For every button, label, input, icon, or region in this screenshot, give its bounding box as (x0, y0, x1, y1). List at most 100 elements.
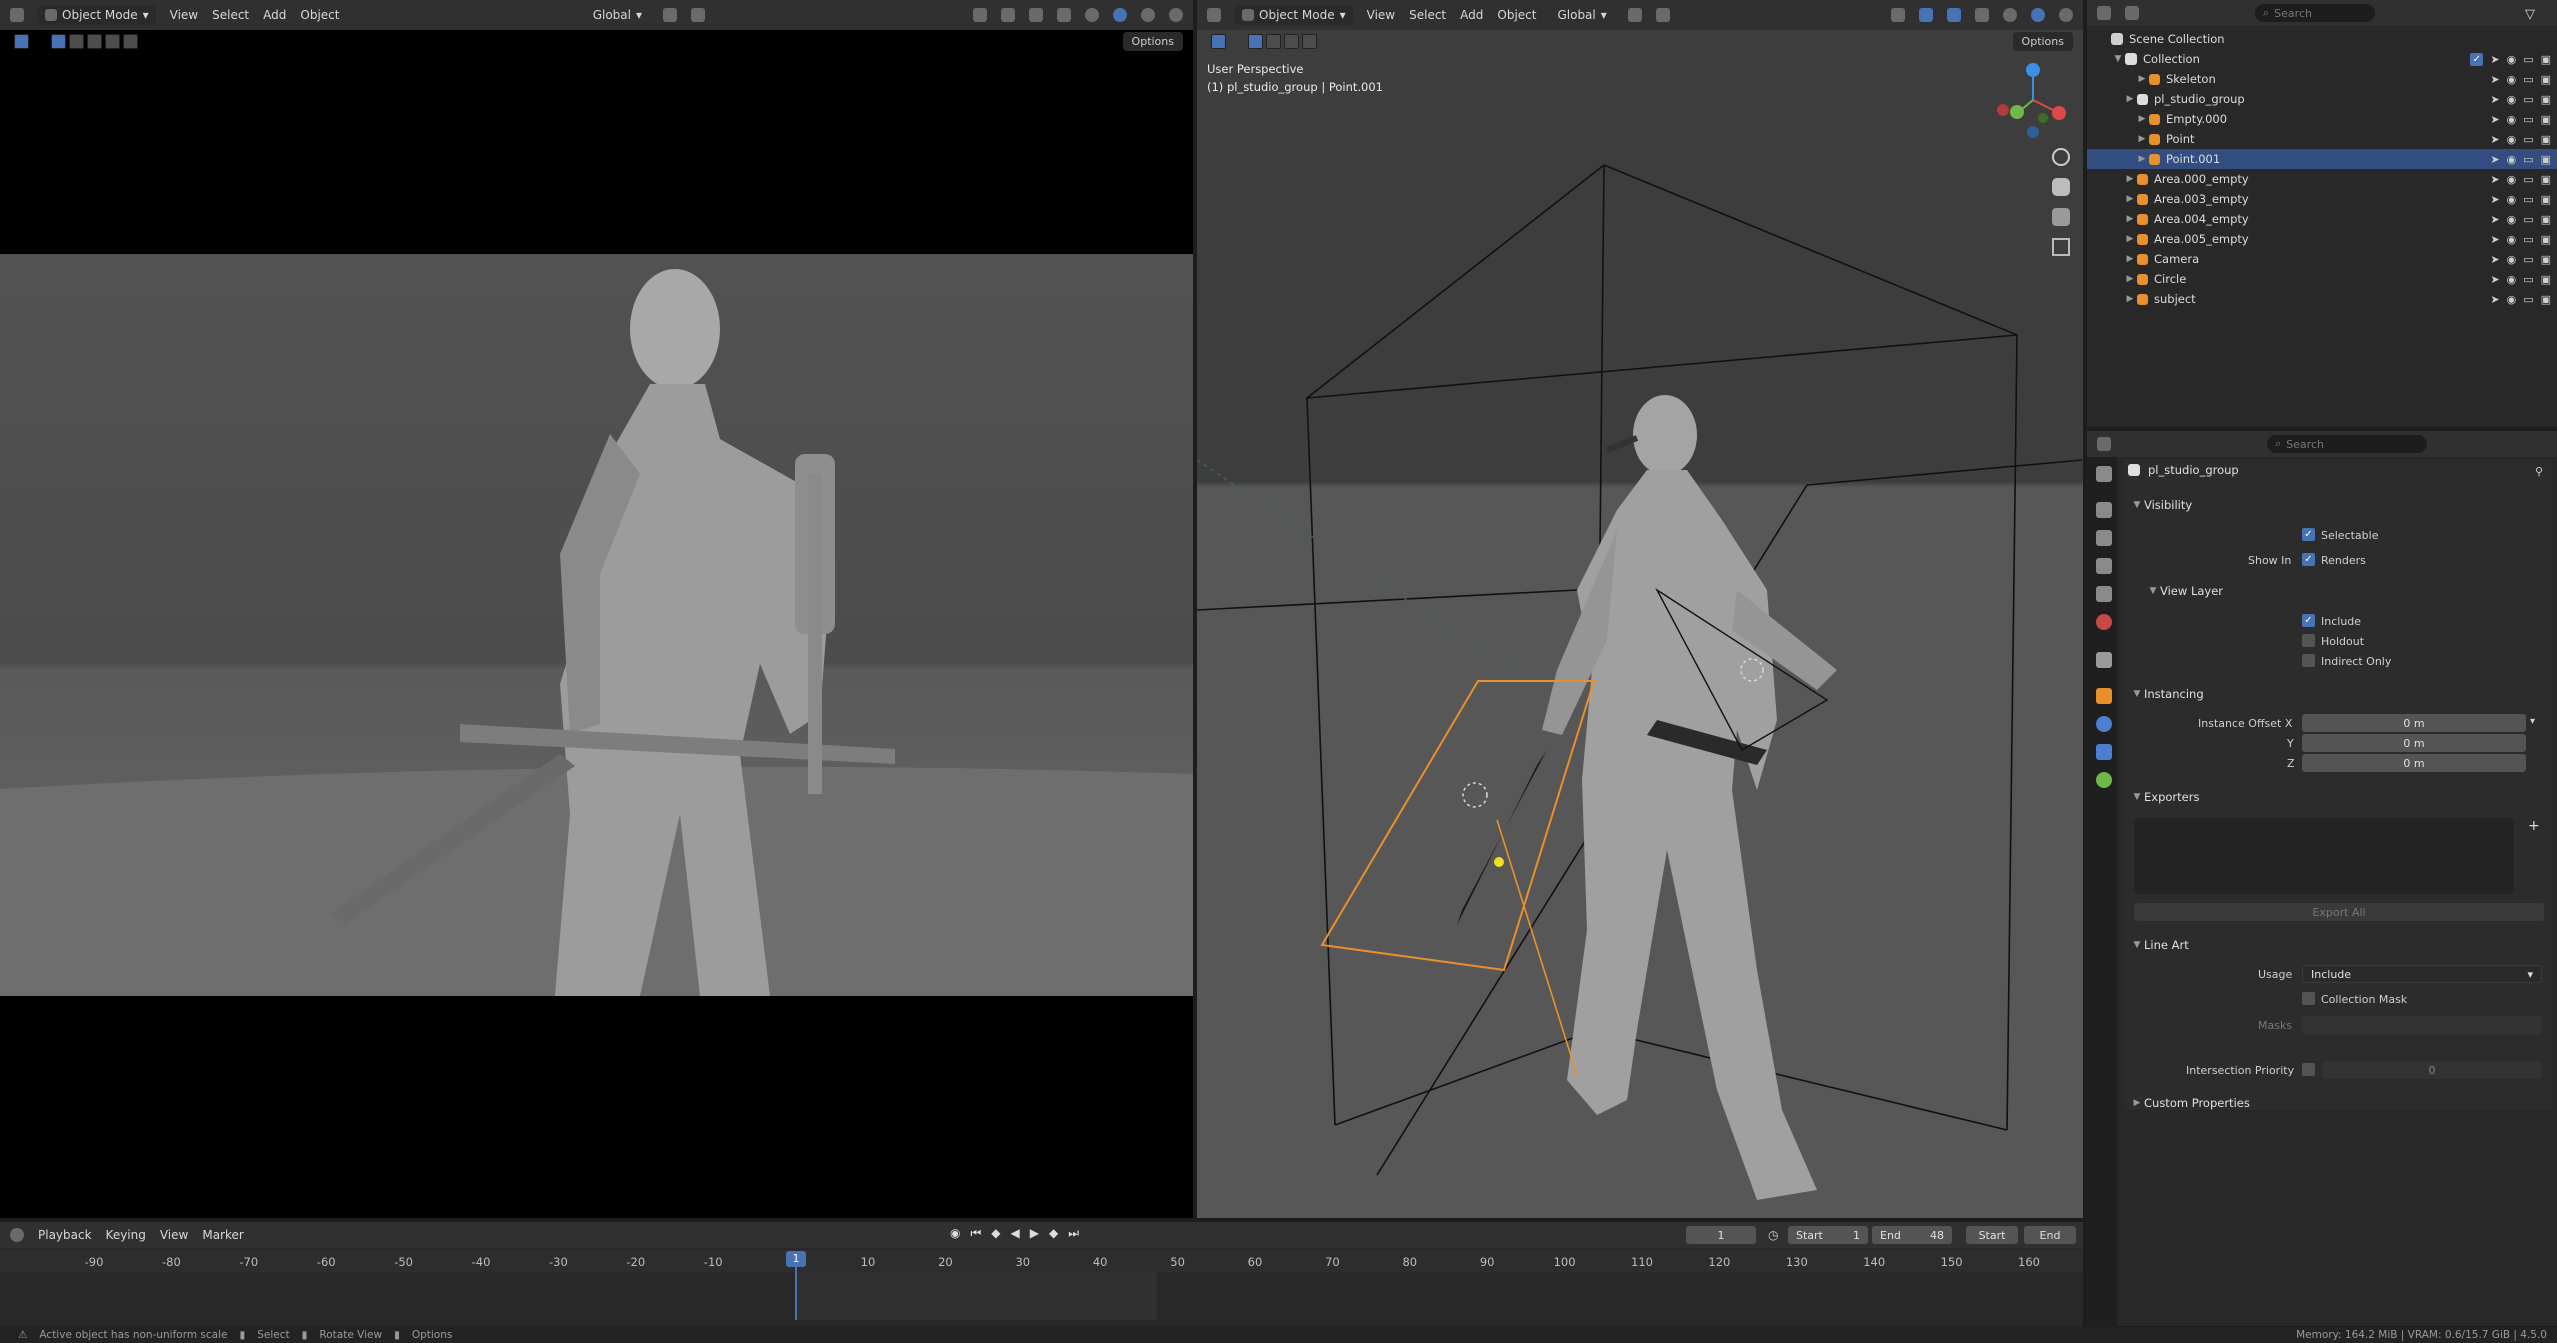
eye-icon[interactable]: ◉ (2507, 273, 2517, 286)
select-arrow-icon[interactable]: ➤ (2490, 253, 2499, 266)
eye-icon[interactable]: ◉ (2507, 193, 2517, 206)
expand-icon[interactable]: ▶ (2135, 154, 2149, 164)
monitor-icon[interactable]: ▭ (2523, 173, 2533, 186)
physics-tab-icon[interactable] (2096, 716, 2112, 732)
right-viewport[interactable]: Options User Perspective (1) pl_studio_g… (1197, 30, 2083, 1218)
camera-icon[interactable]: ▣ (2541, 173, 2551, 186)
play-reverse-icon[interactable]: ◀ (1011, 1226, 1020, 1241)
instancing-panel-header[interactable]: ▼ Instancing (2130, 683, 2547, 705)
exporters-list[interactable] (2134, 818, 2514, 894)
tool-tab-icon[interactable] (2096, 466, 2112, 482)
scene-tab-icon[interactable] (2096, 586, 2112, 602)
line-art-panel-header[interactable]: ▼ Line Art (2130, 934, 2547, 956)
select-arrow-icon[interactable]: ➤ (2490, 113, 2499, 126)
expand-icon[interactable]: ▶ (2123, 94, 2137, 104)
editor-type-icon[interactable] (1207, 8, 1221, 22)
render-tab-icon[interactable] (2096, 502, 2112, 518)
eye-icon[interactable]: ◉ (2507, 113, 2517, 126)
snap-icon[interactable] (663, 8, 677, 22)
start-button[interactable]: Start (1966, 1226, 2018, 1244)
camera-icon[interactable]: ▣ (2541, 193, 2551, 206)
offset-dropdown-icon[interactable]: ▾ (2530, 716, 2535, 727)
select-arrow-icon[interactable]: ➤ (2490, 233, 2499, 246)
collection-tab-icon[interactable] (2096, 652, 2112, 668)
outliner-row[interactable]: ▶ Area.000_empty ➤ ◉ ▭ ▣ (2087, 169, 2557, 189)
jump-end-icon[interactable]: ⏭ (1068, 1226, 1079, 1241)
select-arrow-icon[interactable]: ➤ (2490, 153, 2499, 166)
xray-icon[interactable] (1975, 8, 1989, 22)
select-arrow-icon[interactable]: ➤ (2490, 93, 2499, 106)
select-mode-subtract-icon[interactable] (87, 33, 102, 49)
playhead-frame-badge[interactable]: 1 (786, 1251, 806, 1267)
monitor-icon[interactable]: ▭ (2523, 233, 2533, 246)
monitor-icon[interactable]: ▭ (2523, 293, 2533, 306)
select-mode-new-icon[interactable] (51, 33, 66, 49)
camera-icon[interactable]: ▣ (2541, 293, 2551, 306)
outliner-row[interactable]: ▶ Point.001 ➤ ◉ ▭ ▣ (2087, 149, 2557, 169)
outliner-search[interactable]: ⌕ Search (2255, 4, 2375, 22)
select-arrow-icon[interactable]: ➤ (2490, 293, 2499, 306)
editor-type-icon[interactable] (2097, 6, 2111, 20)
monitor-icon[interactable]: ▭ (2523, 253, 2533, 266)
eye-icon[interactable]: ◉ (2507, 233, 2517, 246)
xray-icon[interactable] (1057, 8, 1071, 22)
shading-wireframe-icon[interactable] (2003, 8, 2017, 22)
camera-icon[interactable]: ▣ (2541, 133, 2551, 146)
view-layer-tab-icon[interactable] (2096, 558, 2112, 574)
collection-row[interactable]: ▼ Collection ✓ ➤ ◉ ▭ ▣ (2087, 49, 2557, 69)
left-options-button[interactable]: Options (1122, 32, 1183, 51)
output-tab-icon[interactable] (2096, 530, 2112, 546)
shading-rendered-icon[interactable] (1169, 8, 1183, 22)
monitor-icon[interactable]: ▭ (2523, 273, 2533, 286)
right-menu-select[interactable]: Select (1409, 8, 1446, 22)
left-orientation-dropdown[interactable]: Global ▾ (586, 5, 649, 25)
expand-icon[interactable]: ▶ (2135, 134, 2149, 144)
outliner-row[interactable]: ▶ pl_studio_group ➤ ◉ ▭ ▣ (2087, 89, 2557, 109)
expand-icon[interactable]: ▶ (2123, 254, 2137, 264)
eye-icon[interactable]: ◉ (2507, 213, 2517, 226)
editor-type-icon[interactable] (10, 1228, 24, 1242)
timeline-menu-keying[interactable]: Keying (106, 1228, 146, 1242)
selectable-checkbox[interactable]: ✓ (2302, 528, 2315, 541)
expand-icon[interactable]: ▶ (2123, 194, 2137, 204)
select-arrow-icon[interactable]: ➤ (2490, 213, 2499, 226)
overlay-icon[interactable] (1947, 8, 1961, 22)
end-button[interactable]: End (2024, 1226, 2076, 1244)
intersection-priority-checkbox[interactable] (2302, 1063, 2315, 1076)
timeline-menu-playback[interactable]: Playback (38, 1228, 92, 1242)
monitor-icon[interactable]: ▭ (2523, 53, 2533, 66)
jump-start-icon[interactable]: ⏮ (970, 1226, 981, 1241)
gizmo-icon[interactable] (1001, 8, 1015, 22)
camera-icon[interactable]: ▣ (2541, 93, 2551, 106)
visibility-icon[interactable] (973, 8, 987, 22)
renders-checkbox[interactable]: ✓ (2302, 553, 2315, 566)
select-arrow-icon[interactable]: ➤ (2490, 133, 2499, 146)
editor-type-icon[interactable] (10, 8, 24, 22)
left-mode-dropdown[interactable]: Object Mode ▾ (38, 5, 156, 25)
add-exporter-icon[interactable]: + (2528, 818, 2540, 834)
properties-search[interactable]: ⌕ Search (2267, 435, 2427, 453)
left-menu-add[interactable]: Add (263, 8, 286, 22)
instance-offset-y-field[interactable]: 0 m (2302, 734, 2526, 752)
outliner-row[interactable]: ▶ Camera ➤ ◉ ▭ ▣ (2087, 249, 2557, 269)
expand-icon[interactable]: ▶ (2123, 294, 2137, 304)
outliner-row[interactable]: ▶ Area.004_empty ➤ ◉ ▭ ▣ (2087, 209, 2557, 229)
eye-icon[interactable]: ◉ (2507, 93, 2517, 106)
snap-icon[interactable] (1627, 8, 1642, 22)
outliner-row[interactable]: ▶ Empty.000 ➤ ◉ ▭ ▣ (2087, 109, 2557, 129)
proportional-edit-icon[interactable] (691, 8, 705, 22)
indirect-only-checkbox[interactable] (2302, 654, 2315, 667)
outliner-row[interactable]: ▶ subject ➤ ◉ ▭ ▣ (2087, 289, 2557, 309)
left-menu-view[interactable]: View (170, 8, 198, 22)
exclude-checkbox[interactable]: ✓ (2470, 52, 2484, 66)
select-arrow-icon[interactable]: ➤ (2490, 53, 2499, 66)
right-menu-add[interactable]: Add (1460, 8, 1483, 22)
overlay-icon[interactable] (1029, 8, 1043, 22)
camera-icon[interactable]: ▣ (2541, 253, 2551, 266)
expand-icon[interactable]: ▶ (2123, 234, 2137, 244)
left-menu-select[interactable]: Select (212, 8, 249, 22)
expand-icon[interactable]: ▶ (2123, 214, 2137, 224)
camera-icon[interactable]: ▣ (2541, 53, 2551, 66)
monitor-icon[interactable]: ▭ (2523, 93, 2533, 106)
jump-keyframe-forward-icon[interactable]: ◆ (1049, 1226, 1058, 1241)
